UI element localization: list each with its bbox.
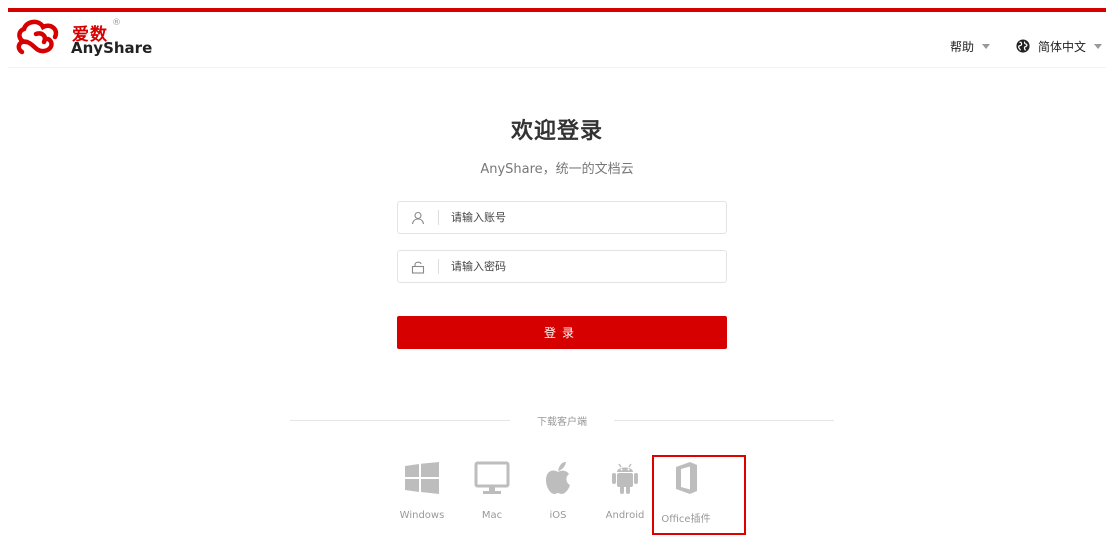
registered-mark: ® [112,18,121,28]
password-input[interactable] [439,251,726,282]
account-input[interactable] [439,202,726,233]
brand-name-en: AnyShare [71,39,153,57]
header-menu: 帮助 简体中文 [950,36,1102,56]
globe-icon [1016,39,1030,53]
logo[interactable]: 爱数 ® AnyShare [14,18,154,62]
lock-icon [398,251,438,282]
download-clients-heading: 下载客户端 [537,417,587,428]
language-label: 简体中文 [1037,39,1086,54]
page-subtitle: AnyShare，统一的文档云 [480,162,634,177]
help-dropdown[interactable]: 帮助 [950,38,990,55]
apple-icon [528,460,588,496]
android-icon [595,460,655,496]
client-label: Mac [481,510,503,521]
client-windows[interactable]: Windows [392,460,452,521]
client-android[interactable]: Android [595,460,655,521]
account-field [397,201,727,234]
language-dropdown[interactable]: 简体中文 [1016,38,1102,55]
client-office-plugin[interactable]: Office插件 [656,460,716,525]
client-ios[interactable]: iOS [528,460,588,521]
windows-icon [392,460,452,496]
help-label: 帮助 [949,39,974,54]
user-icon [398,202,438,233]
client-label: Windows [399,510,445,521]
password-field [397,250,727,283]
client-mac[interactable]: Mac [462,460,522,521]
page: 爱数 ® AnyShare 帮助 简体中文 欢迎登录 AnyShare，统一的文… [8,8,1106,537]
header: 爱数 ® AnyShare 帮助 简体中文 [8,12,1106,68]
divider-right [614,420,834,421]
client-label: Office插件 [661,514,711,525]
anyshare-logo-icon [16,19,59,55]
divider-left [290,420,510,421]
monitor-icon [462,460,522,496]
chevron-down-icon [1094,43,1102,49]
chevron-down-icon [981,43,990,49]
page-title: 欢迎登录 [510,119,603,144]
login-button[interactable]: 登录 [397,316,727,349]
office-icon [656,460,716,496]
client-label: iOS [549,510,567,521]
client-label: Android [605,510,645,521]
